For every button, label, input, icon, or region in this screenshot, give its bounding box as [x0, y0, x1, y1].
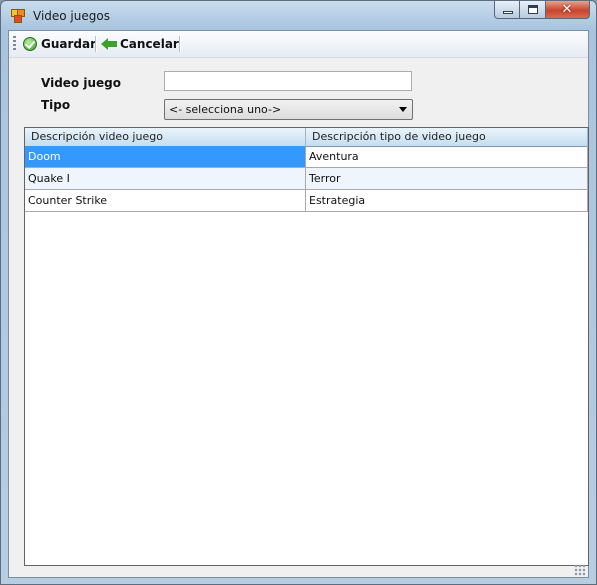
main-window: Video juegos ✕ Guardar Cancelar Video ju…	[0, 0, 597, 585]
table-cell-video[interactable]: Doom	[25, 146, 306, 167]
video-juego-label: Video juego	[41, 76, 121, 90]
tipo-label: Tipo	[41, 98, 71, 112]
table-cell-video[interactable]: Quake I	[25, 168, 306, 189]
cancel-button-label: Cancelar	[120, 37, 179, 51]
table-cell-tipo[interactable]: Terror	[306, 168, 588, 189]
table-row[interactable]: Quake I Terror	[25, 168, 588, 190]
minimize-button[interactable]	[494, 1, 520, 19]
save-button-label: Guardar	[41, 37, 97, 51]
save-button[interactable]: Guardar	[23, 34, 96, 54]
minimize-icon	[503, 11, 513, 14]
toolbar-separator	[95, 36, 97, 52]
grid-rows: Doom Aventura Quake I Terror Counter Str…	[25, 146, 588, 212]
column-header-tipo[interactable]: Descripción tipo de video juego	[306, 128, 588, 146]
close-icon: ✕	[561, 2, 573, 17]
column-header-video[interactable]: Descripción video juego	[25, 128, 306, 146]
client-area: Guardar Cancelar Video juego Tipo <- sel…	[8, 30, 589, 578]
caption-buttons: ✕	[494, 1, 590, 20]
table-cell-tipo[interactable]: Estrategia	[306, 190, 588, 211]
maximize-button[interactable]	[520, 1, 546, 19]
table-cell-video[interactable]: Counter Strike	[25, 190, 306, 211]
table-row[interactable]: Doom Aventura	[25, 146, 588, 168]
toolbar: Guardar Cancelar	[9, 31, 588, 58]
maximize-icon	[528, 5, 538, 14]
resize-grip[interactable]	[574, 564, 586, 576]
back-arrow-icon	[101, 37, 117, 51]
window-title: Video juegos	[33, 9, 110, 23]
dropdown-arrow-icon[interactable]	[399, 107, 407, 112]
toolbar-separator	[179, 36, 181, 52]
video-games-grid[interactable]: Descripción video juego Descripción tipo…	[24, 127, 589, 566]
tipo-dropdown[interactable]: <- selecciona uno->	[164, 99, 413, 120]
grid-header: Descripción video juego Descripción tipo…	[25, 128, 588, 147]
title-bar[interactable]: Video juegos ✕	[1, 1, 596, 31]
table-row[interactable]: Counter Strike Estrategia	[25, 190, 588, 212]
cancel-button[interactable]: Cancelar	[101, 34, 179, 54]
tipo-selected-value: <- selecciona uno->	[169, 103, 282, 116]
video-juego-input[interactable]	[164, 71, 412, 91]
check-icon	[23, 37, 37, 51]
app-icon[interactable]	[11, 9, 25, 23]
close-button[interactable]: ✕	[546, 1, 590, 19]
table-cell-tipo[interactable]: Aventura	[306, 146, 588, 167]
toolbar-grip[interactable]	[13, 36, 16, 52]
